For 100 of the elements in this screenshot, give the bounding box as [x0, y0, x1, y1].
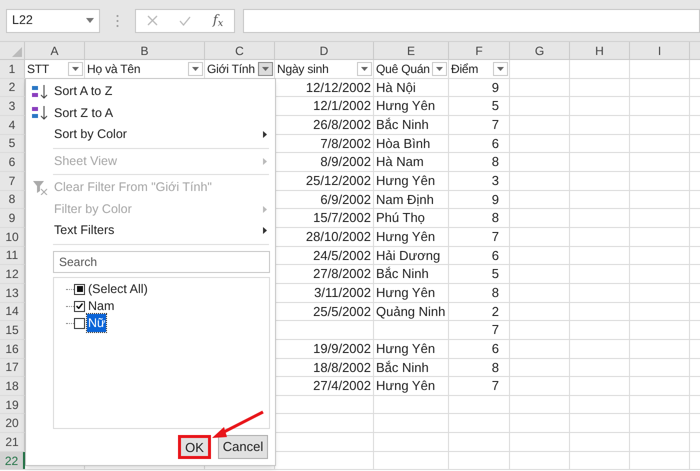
table-cell-text: Nam Định [375, 190, 434, 209]
table-cell-text: 9 [492, 190, 500, 209]
row-header[interactable]: 2 [0, 78, 25, 96]
table-cell-text: Hòa Bình [375, 134, 430, 153]
dropdown-icon [436, 66, 443, 71]
table-cell-text: 7 [492, 116, 500, 134]
row-header[interactable]: 5 [0, 134, 25, 152]
dialog-button[interactable]: OK [178, 435, 211, 459]
table-cell-text: 2 [492, 302, 500, 321]
table-cell-text: 3/11/2002 [314, 284, 372, 302]
row-header[interactable]: 18 [0, 377, 25, 395]
filter-button[interactable] [357, 62, 372, 76]
row-header[interactable]: 21 [0, 433, 25, 451]
row-header[interactable]: 22 [0, 452, 25, 470]
submenu-arrow-icon [263, 227, 267, 234]
row-header[interactable]: 16 [0, 340, 25, 358]
column-header[interactable]: A [25, 42, 85, 59]
table-cell-text: 27/4/2002 [313, 377, 372, 396]
dropdown-icon [361, 66, 368, 71]
dropdown-icon [497, 66, 504, 71]
checkbox[interactable] [74, 284, 85, 294]
table-cell-text: 7 [492, 321, 500, 340]
row-header[interactable]: 3 [0, 97, 25, 115]
table-cell-text: 5 [492, 97, 500, 116]
row-header[interactable]: 15 [0, 321, 25, 339]
filter-button[interactable] [68, 62, 83, 76]
insert-function-button[interactable]: f$_{x}$ [212, 10, 224, 30]
checkbox[interactable] [74, 318, 85, 328]
row-header[interactable]: 19 [0, 396, 25, 414]
column-header[interactable]: G [510, 42, 570, 59]
dialog-button[interactable]: Cancel [218, 435, 268, 459]
filter-button[interactable] [258, 62, 273, 76]
column-header[interactable]: D [275, 42, 374, 59]
table-cell-text: Hưng Yên [375, 228, 436, 246]
column-header[interactable]: B [85, 42, 205, 59]
table-cell-text: 12/1/2002 [313, 97, 372, 116]
row-header[interactable]: 10 [0, 228, 25, 246]
table-cell-text: 6/9/2002 [320, 190, 372, 209]
submenu-arrow-icon [263, 158, 267, 165]
table-header: Quê Quán [375, 60, 430, 78]
submenu-arrow-icon [263, 206, 267, 213]
table-header: Giới Tính [206, 60, 255, 78]
value-option[interactable]: Nữ [87, 314, 106, 332]
row-header[interactable]: 20 [0, 414, 25, 432]
table-cell-text: Hà Nội [375, 78, 416, 97]
row-header[interactable]: 14 [0, 302, 25, 320]
filter-button[interactable] [432, 62, 447, 76]
submenu-arrow-icon [263, 131, 267, 138]
menu-item[interactable]: Sort by Color [26, 124, 275, 146]
column-header[interactable]: F [449, 42, 510, 59]
row-header[interactable]: 6 [0, 153, 25, 171]
table-cell-text: 15/7/2002 [313, 209, 372, 228]
table-header: STT [26, 60, 50, 78]
check-icon[interactable] [179, 16, 192, 26]
table-cell-text: Bắc Ninh [375, 116, 429, 134]
table-cell-text: 8 [492, 284, 500, 302]
annotation-arrow [210, 410, 265, 440]
value-option[interactable]: (Select All) [87, 280, 149, 298]
row-header[interactable]: 17 [0, 358, 25, 376]
table-cell-text: 24/5/2002 [313, 246, 372, 265]
formula-input[interactable] [243, 8, 700, 32]
table-cell-text: 25/5/2002 [313, 302, 372, 321]
table-cell-text: 7/8/2002 [320, 134, 372, 153]
search-field[interactable]: Search [53, 250, 270, 272]
column-header[interactable]: I [630, 42, 690, 59]
value-option[interactable]: Nam [87, 296, 116, 316]
table-cell-text: Quảng Ninh [375, 302, 446, 321]
dropdown-icon [72, 66, 79, 71]
table-cell-text: Hà Nam [375, 153, 424, 172]
column-header[interactable]: H [570, 42, 630, 59]
row-header[interactable]: 8 [0, 190, 25, 208]
row-header[interactable]: 11 [0, 246, 25, 264]
menu-item[interactable]: Sort Z to A [26, 102, 275, 124]
name-box[interactable]: L22 [6, 8, 100, 32]
menu-item[interactable]: Text Filters [26, 220, 275, 242]
table-cell-text: 27/8/2002 [313, 265, 372, 284]
table-cell-text: 5 [492, 265, 500, 284]
table-header: Điểm [450, 60, 478, 78]
table-cell-text: 25/12/2002 [306, 172, 372, 190]
table-cell-text: 9 [492, 78, 500, 97]
filter-button[interactable] [493, 62, 508, 76]
table-cell-text: 26/8/2002 [313, 116, 372, 134]
row-header[interactable]: 1 [0, 60, 25, 78]
column-header[interactable]: C [205, 42, 275, 59]
row-header[interactable]: 9 [0, 209, 25, 227]
row-header[interactable]: 7 [0, 172, 25, 190]
table-cell-text: 6 [492, 340, 500, 358]
clear-filter-icon [32, 180, 48, 196]
menu-item[interactable]: Sort A to Z [26, 81, 275, 102]
column-header[interactable]: E [374, 42, 449, 59]
table-cell-text: 8/9/2002 [320, 153, 372, 172]
table-cell-text: Hưng Yên [375, 340, 436, 358]
row-header[interactable]: 12 [0, 265, 25, 283]
dropdown-icon [262, 66, 269, 71]
row-header[interactable]: 13 [0, 284, 25, 302]
filter-button[interactable] [188, 62, 203, 76]
checkbox[interactable] [74, 300, 85, 312]
table-cell-text: 8 [492, 153, 500, 172]
table-cell-text: Hải Dương [375, 246, 440, 265]
row-header[interactable]: 4 [0, 116, 25, 134]
